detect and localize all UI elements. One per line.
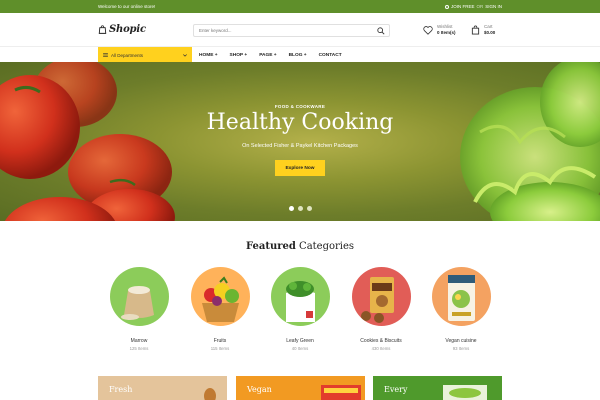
- promo-text: Vegan: [247, 385, 272, 394]
- category-name: Marrow: [130, 338, 148, 344]
- category-image: [431, 267, 491, 326]
- promo-text: Fresh: [109, 385, 133, 394]
- search-box: [193, 24, 390, 37]
- product-pack-image: [321, 385, 361, 400]
- category-item[interactable]: Cookies & Biscuits 430 Items: [351, 267, 411, 351]
- category-image: [190, 267, 250, 326]
- user-icon: [444, 4, 449, 9]
- cart-bag-icon: [471, 25, 480, 35]
- search-input[interactable]: [199, 26, 369, 35]
- grain-sack-icon: [120, 286, 154, 320]
- category-item[interactable]: Marrow 125 Items: [109, 267, 169, 351]
- category-item[interactable]: Vegan cuisine 93 Items: [431, 267, 491, 351]
- featured-title-rest: Categories: [299, 241, 355, 252]
- search-icon[interactable]: [377, 27, 385, 35]
- category-name: Vegan cuisine: [445, 338, 477, 344]
- auth-links: JOIN FREE OR SIGN IN: [444, 4, 502, 9]
- category-count: 40 Items: [291, 346, 309, 351]
- header: Shopic Wishlist 0 Item(s) Cart $0.00: [0, 13, 600, 46]
- category-name: Fruits: [213, 338, 227, 344]
- join-link[interactable]: JOIN FREE: [451, 4, 475, 9]
- featured-title: Featured Categories: [0, 241, 600, 252]
- hero-subtitle: On Selected Fisher & Paykel Kitchen Pack…: [242, 143, 358, 149]
- lettuce-image: [460, 62, 600, 221]
- auth-separator: OR: [476, 4, 484, 9]
- promo-text: Every: [384, 385, 408, 394]
- promo-banner[interactable]: Fresh: [98, 376, 227, 400]
- slider-dot[interactable]: [298, 206, 303, 211]
- category-count: 430 Items: [371, 346, 391, 351]
- logo-text: Shopic: [109, 24, 146, 35]
- hero-title: Healthy Cooking: [206, 110, 394, 135]
- wishlist-count: 0 Item(s): [437, 30, 456, 35]
- chevron-down-icon: [183, 53, 187, 57]
- top-bar: Welcome to our online store! JOIN FREE O…: [0, 0, 600, 13]
- slider-dot[interactable]: [289, 206, 294, 211]
- category-count: 125 Items: [129, 346, 149, 351]
- fruit-basket-icon: [201, 276, 239, 322]
- hero-banner: FOOD & COOKWARE Healthy Cooking On Selec…: [0, 62, 600, 221]
- departments-label: All Departments: [111, 52, 144, 58]
- nav-contact[interactable]: CONTACT: [319, 53, 342, 58]
- explore-now-button[interactable]: Explore Now: [275, 160, 325, 176]
- menu-icon: [103, 53, 108, 57]
- category-name: Leafy Green: [286, 338, 314, 344]
- promo-banner[interactable]: Vegan: [236, 376, 365, 400]
- bread-image: [204, 388, 216, 400]
- category-name: Cookies & Biscuits: [360, 338, 402, 344]
- hero-eyebrow: FOOD & COOKWARE: [274, 104, 326, 109]
- nav-shop[interactable]: SHOP +: [230, 53, 248, 58]
- slider-dot[interactable]: [307, 206, 312, 211]
- category-count: 93 Items: [452, 346, 470, 351]
- salad-box-icon: [285, 281, 315, 322]
- category-item[interactable]: Fruits 115 Items: [190, 267, 250, 351]
- wishlist[interactable]: Wishlist 0 Item(s): [423, 24, 456, 36]
- category-item[interactable]: Leafy Green 40 Items: [270, 267, 330, 351]
- featured-title-bold: Featured: [245, 241, 296, 252]
- cart[interactable]: Cart $0.00: [471, 24, 495, 36]
- heart-icon: [423, 25, 433, 35]
- nav-page[interactable]: PAGE +: [259, 53, 276, 58]
- nav-blog[interactable]: BLOG +: [289, 53, 307, 58]
- signin-link[interactable]: SIGN IN: [485, 4, 502, 9]
- nav-home[interactable]: HOME +: [199, 53, 218, 58]
- menu-bar: HOME + SHOP + PAGE + BLOG + CONTACT: [199, 47, 342, 63]
- category-image: [270, 267, 330, 326]
- category-count: 115 Items: [210, 346, 230, 351]
- slider-dots: [289, 206, 312, 211]
- main-nav: All Departments HOME + SHOP + PAGE + BLO…: [0, 46, 600, 63]
- welcome-message: Welcome to our online store!: [98, 4, 156, 9]
- salad-pack-image: [443, 385, 487, 400]
- cart-total: $0.00: [484, 30, 496, 35]
- category-list: Marrow 125 Items Fruits 115 Items Leafy …: [0, 267, 600, 357]
- category-image: [351, 267, 411, 326]
- all-departments-dropdown[interactable]: All Departments: [98, 47, 192, 63]
- cookies-bag-icon: [360, 277, 394, 323]
- vegan-pack-icon: [447, 275, 475, 321]
- tomatoes-image: [0, 62, 175, 221]
- promo-banner[interactable]: Every: [373, 376, 502, 400]
- logo[interactable]: Shopic: [98, 24, 146, 35]
- shopping-bag-icon: [98, 25, 107, 34]
- category-image: [109, 267, 169, 326]
